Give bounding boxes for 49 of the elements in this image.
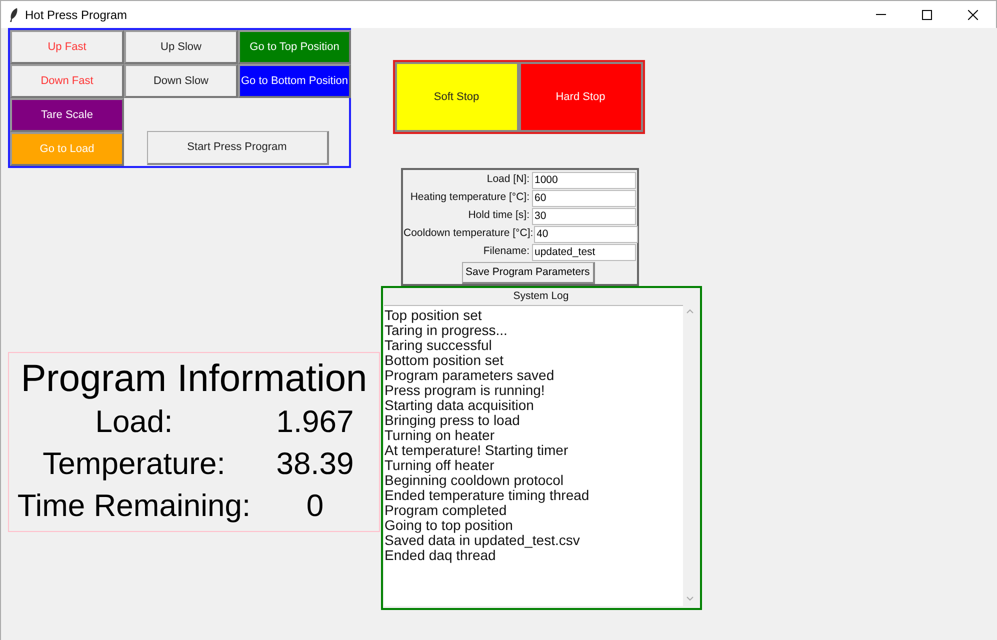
close-icon — [968, 10, 978, 20]
field-label: Filename: — [482, 244, 530, 260]
input-field[interactable]: updated_test — [532, 244, 636, 260]
start-button[interactable]: Start Press Program — [146, 131, 328, 165]
log-line: At temperature! Starting timer — [384, 443, 570, 458]
info-title: Program Information — [20, 357, 368, 401]
log-line: Press program is running! — [384, 383, 546, 398]
info-label: Temperature: — [42, 445, 226, 483]
log-line: Turning on heater — [384, 428, 496, 443]
input-field[interactable]: 40 — [534, 226, 638, 242]
log-line: Taring in progress... — [384, 323, 508, 338]
field-label: Hold time [s]: — [467, 208, 530, 224]
control-button[interactable]: Go to Top Position — [238, 30, 351, 64]
log-line: Taring successful — [384, 338, 492, 353]
log-line: Going to top position — [384, 518, 514, 533]
field-label: Cooldown temperature [°C]: — [404, 226, 534, 242]
feather-icon — [9, 8, 19, 22]
stop-button[interactable]: Hard Stop — [518, 62, 642, 132]
log-line: Saved data in updated_test.csv — [384, 533, 581, 548]
control-button[interactable]: Go to Bottom Position — [238, 64, 351, 98]
info-value: 1.967 — [275, 403, 355, 441]
log-title: System Log — [512, 289, 570, 304]
log-line: Turning off heater — [384, 458, 494, 473]
save-button[interactable]: Save Program Parameters — [462, 262, 595, 284]
field-label: Load [N]: — [486, 172, 530, 188]
info-label: Time Remaining: — [16, 487, 252, 525]
info-label: Load: — [94, 403, 174, 441]
control-button[interactable]: Down Slow — [124, 64, 238, 98]
control-button[interactable]: Tare Scale — [10, 98, 124, 132]
maximize-icon — [922, 10, 932, 20]
log-line: Ended temperature timing thread — [384, 488, 590, 503]
input-field[interactable]: 1000 — [532, 172, 636, 188]
window-title: Hot Press Program — [25, 6, 128, 24]
control-button[interactable]: Up Slow — [124, 30, 238, 64]
log-line: Bringing press to load — [384, 413, 520, 428]
log-line: Starting data acquisition — [384, 398, 534, 413]
field-label: Heating temperature [°C]: — [409, 190, 530, 206]
log-line: Bottom position set — [384, 353, 505, 368]
log-line: Program parameters saved — [384, 368, 556, 383]
info-value: 38.39 — [275, 445, 355, 483]
stop-button[interactable]: Soft Stop — [394, 62, 518, 132]
log-line: Beginning cooldown protocol — [384, 473, 565, 488]
info-value: 0 — [305, 487, 325, 525]
log-line: Ended daq thread — [384, 548, 496, 563]
minimize-icon — [876, 14, 886, 16]
log-line: Top position set — [384, 308, 483, 323]
input-field[interactable]: 30 — [532, 208, 636, 224]
input-field[interactable]: 60 — [532, 190, 636, 206]
log-line: Program completed — [384, 503, 508, 518]
